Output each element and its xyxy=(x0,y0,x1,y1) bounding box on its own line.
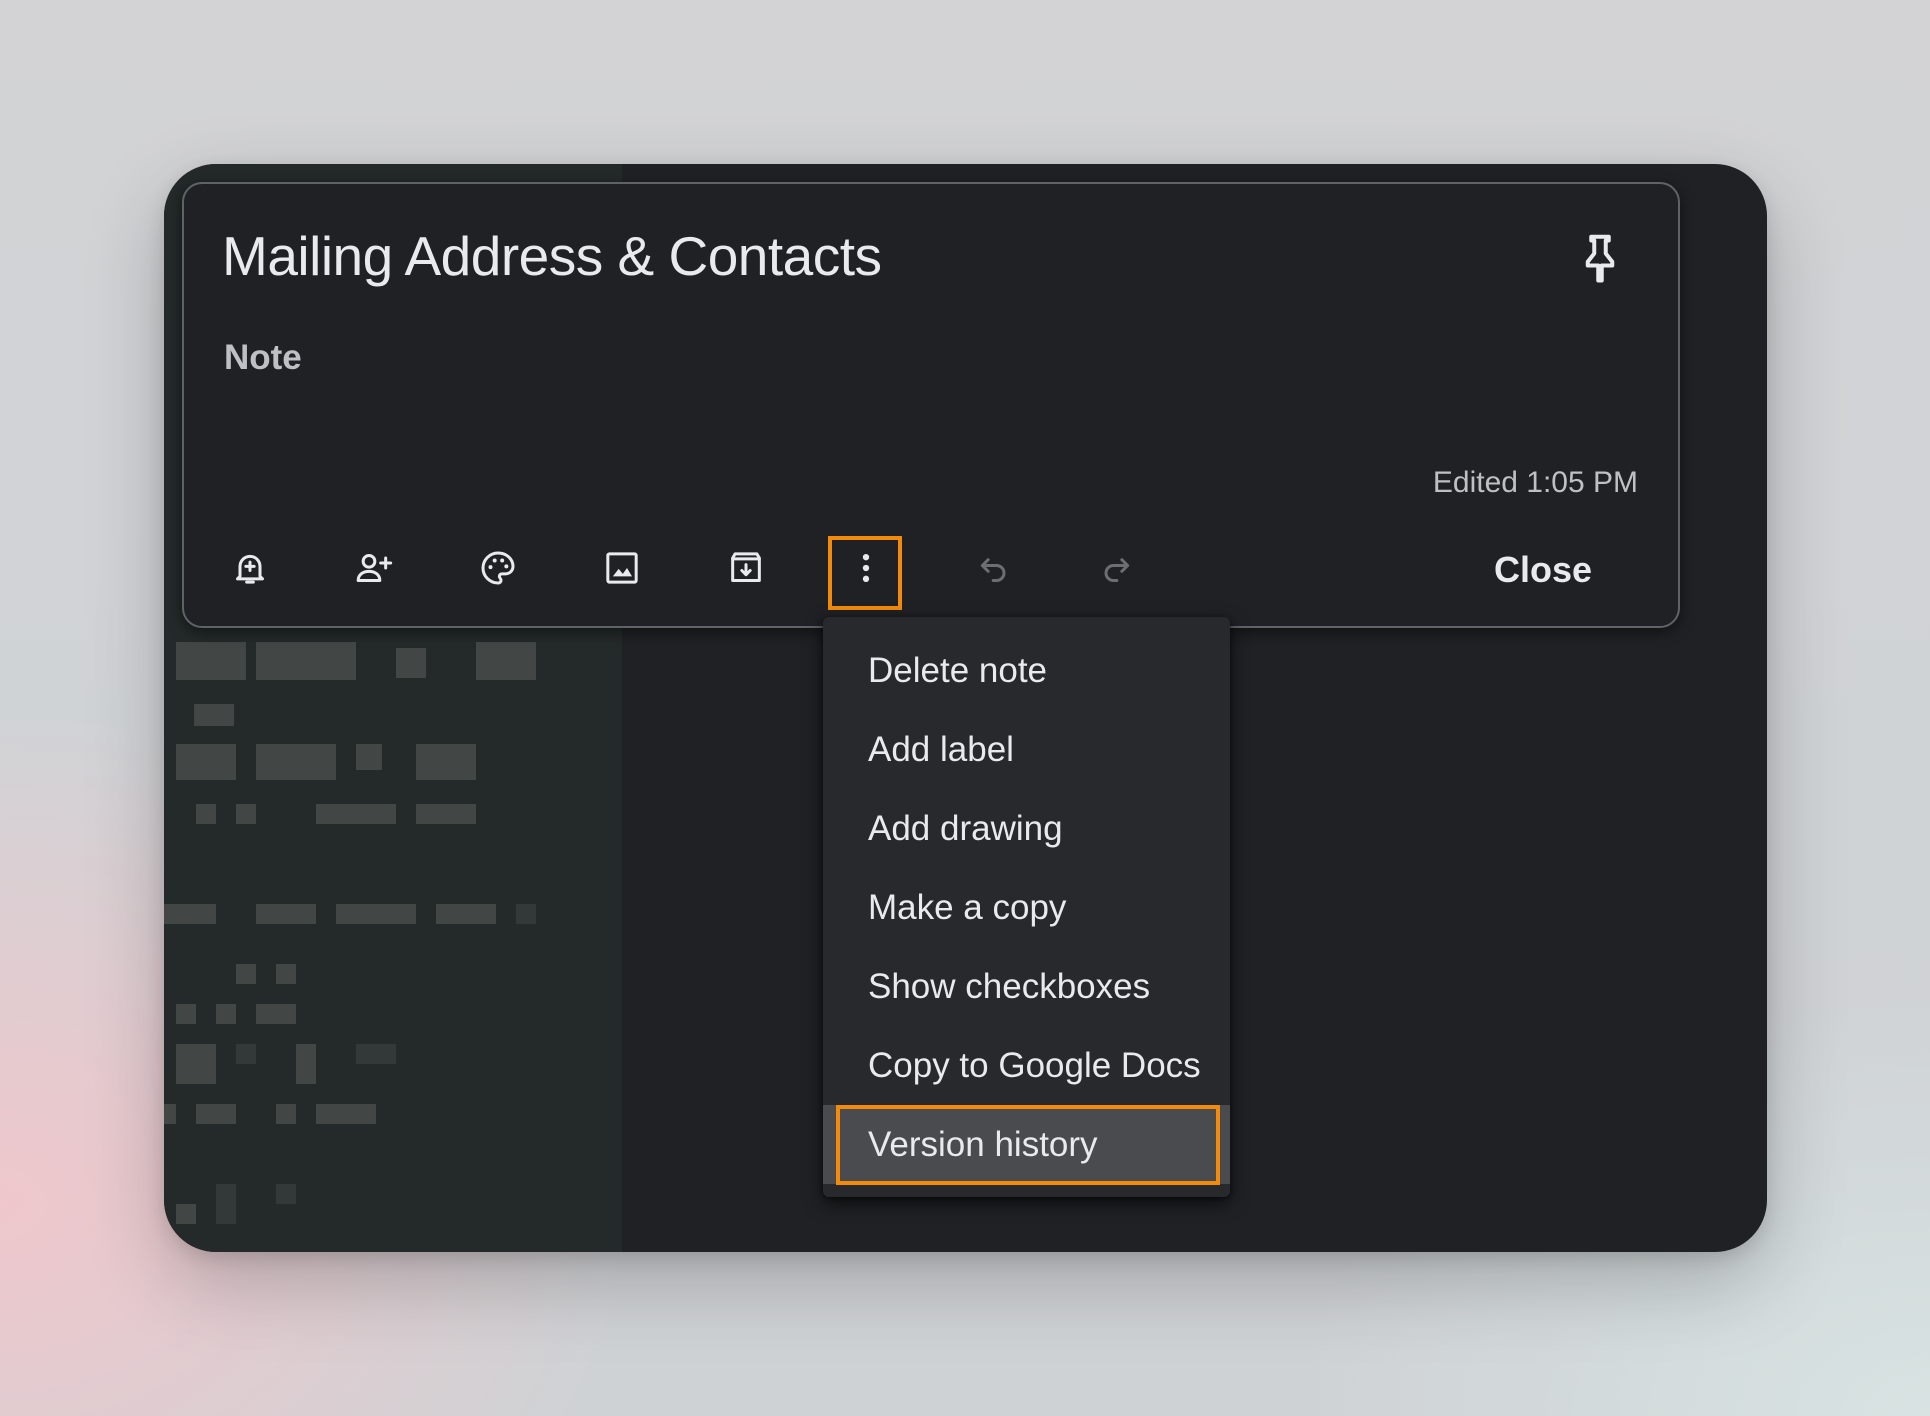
menu-item-add-label[interactable]: Add label xyxy=(823,710,1230,789)
blurred-text xyxy=(236,1044,256,1064)
blurred-text xyxy=(276,964,296,984)
blurred-text xyxy=(416,804,476,824)
edited-timestamp: Edited 1:05 PM xyxy=(1432,466,1638,499)
remind-me-icon xyxy=(230,548,270,593)
blurred-text xyxy=(316,1104,376,1124)
more-options-menu: Delete note Add label Add drawing Make a… xyxy=(823,617,1230,1197)
version-history-highlight xyxy=(836,1105,1220,1185)
palette-icon xyxy=(478,548,518,593)
blurred-text xyxy=(276,1184,296,1204)
blurred-text xyxy=(176,642,246,680)
redo-button[interactable] xyxy=(1082,536,1150,604)
collaborator-button[interactable] xyxy=(340,536,408,604)
note-editor: Mailing Address & Contacts Note Edited 1… xyxy=(182,182,1680,628)
blurred-text xyxy=(176,1204,196,1224)
blurred-text xyxy=(176,1004,196,1024)
blurred-text xyxy=(256,1004,296,1024)
blurred-text xyxy=(196,804,216,824)
blurred-text xyxy=(164,904,216,924)
blurred-text xyxy=(316,804,396,824)
pin-icon[interactable] xyxy=(1570,228,1630,288)
collaborator-icon xyxy=(354,548,394,593)
note-body-placeholder[interactable]: Note xyxy=(224,338,302,378)
menu-item-version-history[interactable]: Version history xyxy=(823,1105,1230,1185)
blurred-text xyxy=(356,744,382,770)
archive-icon xyxy=(726,548,766,593)
blurred-text xyxy=(296,1044,316,1084)
blurred-text xyxy=(256,744,336,780)
blurred-text xyxy=(216,1184,236,1224)
remind-me-button[interactable] xyxy=(216,536,284,604)
blurred-text xyxy=(476,642,536,680)
blurred-text xyxy=(164,1104,176,1124)
blurred-text xyxy=(276,1104,296,1124)
menu-item-show-checkboxes[interactable]: Show checkboxes xyxy=(823,947,1230,1026)
menu-item-delete-note[interactable]: Delete note xyxy=(823,631,1230,710)
blurred-text xyxy=(216,1004,236,1024)
undo-icon xyxy=(974,548,1014,593)
note-title[interactable]: Mailing Address & Contacts xyxy=(222,224,882,288)
blurred-text xyxy=(436,904,496,924)
blurred-text xyxy=(416,744,476,780)
blurred-text xyxy=(336,904,416,924)
blurred-text xyxy=(256,642,356,680)
menu-item-make-a-copy[interactable]: Make a copy xyxy=(823,868,1230,947)
menu-item-add-drawing[interactable]: Add drawing xyxy=(823,789,1230,868)
blurred-text xyxy=(196,1104,236,1124)
more-button-highlight xyxy=(828,536,902,610)
background-options-button[interactable] xyxy=(464,536,532,604)
blurred-text xyxy=(176,1044,216,1084)
undo-button[interactable] xyxy=(960,536,1028,604)
archive-button[interactable] xyxy=(712,536,780,604)
blurred-text xyxy=(516,904,536,924)
blurred-text xyxy=(236,964,256,984)
blurred-text xyxy=(396,648,426,678)
blurred-text xyxy=(176,744,236,780)
image-icon xyxy=(602,548,642,593)
blurred-text xyxy=(194,704,234,726)
redo-icon xyxy=(1096,548,1136,593)
close-button[interactable]: Close xyxy=(1480,536,1606,604)
menu-item-copy-to-google-docs[interactable]: Copy to Google Docs xyxy=(823,1026,1230,1105)
blurred-text xyxy=(236,804,256,824)
blurred-text xyxy=(356,1044,396,1064)
add-image-button[interactable] xyxy=(588,536,656,604)
blurred-text xyxy=(256,904,316,924)
